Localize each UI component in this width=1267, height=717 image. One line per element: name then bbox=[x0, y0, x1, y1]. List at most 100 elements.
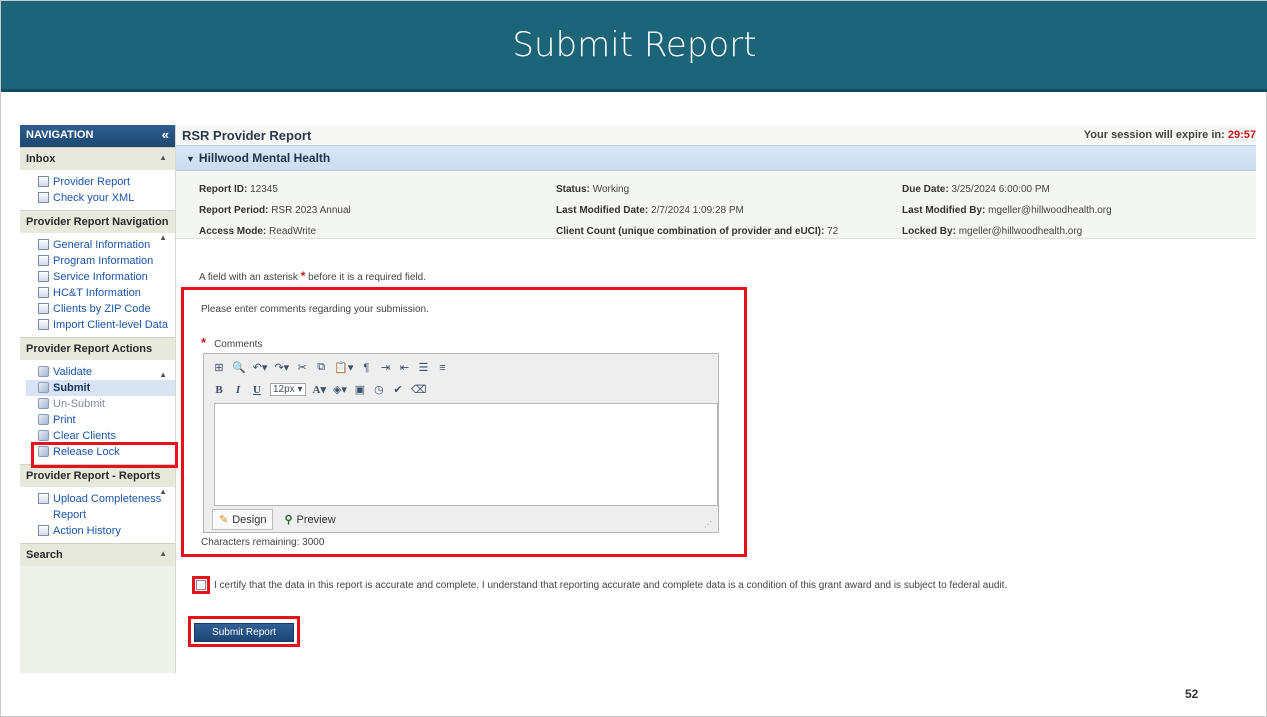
sidebar-item-print[interactable]: Print bbox=[26, 412, 175, 428]
italic-icon[interactable]: I bbox=[232, 384, 244, 396]
sidebar-item-upload-completeness-report[interactable]: Upload Completeness Report bbox=[26, 491, 175, 523]
navigation-header: NAVIGATION « bbox=[20, 125, 175, 147]
sidebar-item-provider-report[interactable]: Provider Report bbox=[26, 174, 175, 190]
undo-icon[interactable]: ↶▾ bbox=[253, 361, 268, 374]
field-label: Access Mode: bbox=[199, 226, 267, 237]
sidebar-item-release-lock[interactable]: Release Lock bbox=[26, 444, 175, 460]
last-modified-date: Last Modified Date: 2/7/2024 1:09:28 PM bbox=[556, 200, 838, 221]
nav-items-inbox: Provider Report Check your XML bbox=[20, 170, 175, 210]
sidebar-item-label: HC&T Information bbox=[53, 287, 141, 299]
editor-toolbar-row-2: B I U 12px ▾ A▾ ◈▾ ▣ ◷ ✔ ⌫ bbox=[213, 380, 427, 399]
page-title: RSR Provider Report bbox=[182, 128, 312, 143]
double-chevron-left-icon[interactable]: « bbox=[162, 127, 169, 142]
numbered-list-icon[interactable]: ≡ bbox=[436, 362, 448, 374]
submit-report-button[interactable]: Submit Report bbox=[194, 623, 294, 642]
session-timer: Your session will expire in: 29:57 bbox=[1084, 129, 1256, 141]
document-icon bbox=[38, 176, 49, 187]
sidebar-item-import-client-level-data[interactable]: Import Client-level Data bbox=[26, 317, 175, 333]
field-label: Locked By: bbox=[902, 226, 956, 237]
field-label: Last Modified By: bbox=[902, 205, 986, 216]
locked-by: Locked By: mgeller@hillwoodhealth.org bbox=[902, 221, 1112, 242]
sidebar-item-action-history[interactable]: Action History bbox=[26, 523, 175, 539]
report-info: Report ID: 12345 Report Period: RSR 2023… bbox=[176, 171, 1256, 239]
spell-check-icon[interactable]: ✔ bbox=[392, 383, 404, 396]
comments-textarea[interactable] bbox=[214, 403, 718, 506]
sidebar-item-label: Clear Clients bbox=[53, 430, 116, 442]
nav-section-label: Provider Report Navigation bbox=[26, 216, 169, 228]
select-all-icon[interactable]: ⊞ bbox=[213, 361, 225, 374]
font-color-icon[interactable]: A▾ bbox=[313, 383, 326, 396]
action-icon bbox=[38, 446, 49, 457]
paste-icon[interactable]: 📋▾ bbox=[334, 361, 353, 374]
find-replace-icon[interactable]: 🔍 bbox=[232, 361, 246, 374]
nav-section-search[interactable]: Search ▲ bbox=[20, 543, 175, 566]
print-icon bbox=[38, 414, 49, 425]
cut-icon[interactable]: ✂ bbox=[296, 361, 308, 374]
copy-icon[interactable]: ⧉ bbox=[315, 361, 327, 374]
sidebar-item-clear-clients[interactable]: Clear Clients bbox=[26, 428, 175, 444]
field-label: Last Modified Date: bbox=[556, 205, 649, 216]
font-size-select[interactable]: 12px ▾ bbox=[270, 383, 306, 396]
screenshot-region: NAVIGATION « Inbox ▲ Provider Report Che… bbox=[20, 125, 1256, 673]
highlight-color-icon[interactable]: ◈▾ bbox=[333, 383, 347, 396]
due-date: Due Date: 3/25/2024 6:00:00 PM bbox=[902, 179, 1112, 200]
certify-checkbox[interactable] bbox=[196, 580, 206, 590]
comments-prompt: Please enter comments regarding your sub… bbox=[201, 304, 429, 315]
last-modified-by: Last Modified By: mgeller@hillwoodhealth… bbox=[902, 200, 1112, 221]
sidebar-item-service-information[interactable]: Service Information bbox=[26, 269, 175, 285]
underline-icon[interactable]: U bbox=[251, 384, 263, 396]
preview-tab[interactable]: ⚲ Preview bbox=[277, 509, 342, 530]
field-value: 3/25/2024 6:00:00 PM bbox=[951, 184, 1050, 195]
sidebar-item-label: Service Information bbox=[53, 271, 148, 283]
outdent-icon[interactable]: ⇤ bbox=[398, 361, 410, 374]
design-tab[interactable]: ✎ Design bbox=[212, 509, 274, 530]
clear-formatting-icon[interactable]: ⌫ bbox=[411, 383, 427, 396]
indent-icon[interactable]: ⇥ bbox=[379, 361, 391, 374]
field-value: mgeller@hillwoodhealth.org bbox=[988, 205, 1112, 216]
bold-icon[interactable]: B bbox=[213, 384, 225, 396]
document-icon bbox=[38, 271, 49, 282]
field-value: Working bbox=[592, 184, 630, 195]
field-value: RSR 2023 Annual bbox=[271, 205, 351, 216]
asterisk-icon: * bbox=[300, 269, 306, 283]
nav-section-provider-report-reports[interactable]: Provider Report - Reports ▲ bbox=[20, 464, 175, 496]
info-column-3: Due Date: 3/25/2024 6:00:00 PM Last Modi… bbox=[902, 179, 1112, 242]
editor-toolbar-row-1: ⊞ 🔍 ↶▾ ↷▾ ✂ ⧉ 📋▾ ¶ ⇥ ⇤ ☰ ≡ bbox=[213, 358, 448, 377]
sidebar-item-label: Release Lock bbox=[53, 446, 120, 458]
document-icon bbox=[38, 493, 49, 504]
client-count: Client Count (unique combination of prov… bbox=[556, 221, 838, 242]
sidebar-item-submit[interactable]: Submit bbox=[26, 380, 175, 396]
sidebar-item-program-information[interactable]: Program Information bbox=[26, 253, 175, 269]
resize-grip-icon[interactable]: ⋰ bbox=[704, 520, 712, 529]
sidebar-item-clients-by-zip[interactable]: Clients by ZIP Code bbox=[26, 301, 175, 317]
page-header: RSR Provider Report Your session will ex… bbox=[176, 125, 1256, 145]
field-label: Report Period: bbox=[199, 205, 269, 216]
insert-date-time-icon[interactable]: ◷ bbox=[373, 383, 385, 396]
info-column-1: Report ID: 12345 Report Period: RSR 2023… bbox=[199, 179, 351, 242]
info-column-2: Status: Working Last Modified Date: 2/7/… bbox=[556, 179, 838, 242]
redo-icon[interactable]: ↷▾ bbox=[274, 361, 289, 374]
asterisk-icon: * bbox=[201, 335, 207, 350]
sidebar-item-general-information[interactable]: General Information bbox=[26, 237, 175, 253]
paragraph-icon[interactable]: ¶ bbox=[360, 362, 372, 374]
sidebar-item-un-submit[interactable]: Un-Submit bbox=[26, 396, 175, 412]
field-value: 2/7/2024 1:09:28 PM bbox=[651, 205, 744, 216]
nav-section-provider-report-navigation[interactable]: Provider Report Navigation ▲ bbox=[20, 210, 175, 242]
sidebar-item-check-xml[interactable]: Check your XML bbox=[26, 190, 175, 206]
sidebar-item-label: Action History bbox=[53, 525, 121, 537]
nav-section-inbox[interactable]: Inbox ▲ bbox=[20, 147, 175, 170]
organization-bar[interactable]: ▼ Hillwood Mental Health bbox=[176, 145, 1256, 171]
bulleted-list-icon[interactable]: ☰ bbox=[417, 361, 429, 374]
sidebar-item-label: Upload Completeness Report bbox=[53, 493, 162, 521]
session-label: Your session will expire in: bbox=[1083, 129, 1225, 141]
navigation-header-label: NAVIGATION bbox=[26, 129, 94, 141]
field-label: Report ID: bbox=[199, 184, 248, 195]
rich-text-editor: ⊞ 🔍 ↶▾ ↷▾ ✂ ⧉ 📋▾ ¶ ⇥ ⇤ ☰ ≡ B I U 12px ▾ … bbox=[203, 353, 719, 533]
sidebar-item-label: Clients by ZIP Code bbox=[53, 303, 151, 315]
sidebar-item-validate[interactable]: Validate ▲ bbox=[26, 364, 175, 380]
field-value: mgeller@hillwoodhealth.org bbox=[958, 226, 1083, 237]
nav-section-provider-report-actions[interactable]: Provider Report Actions bbox=[20, 337, 175, 360]
session-countdown: 29:57 bbox=[1227, 129, 1256, 141]
insert-symbol-icon[interactable]: ▣ bbox=[354, 383, 366, 396]
sidebar-item-hct-information[interactable]: HC&T Information bbox=[26, 285, 175, 301]
